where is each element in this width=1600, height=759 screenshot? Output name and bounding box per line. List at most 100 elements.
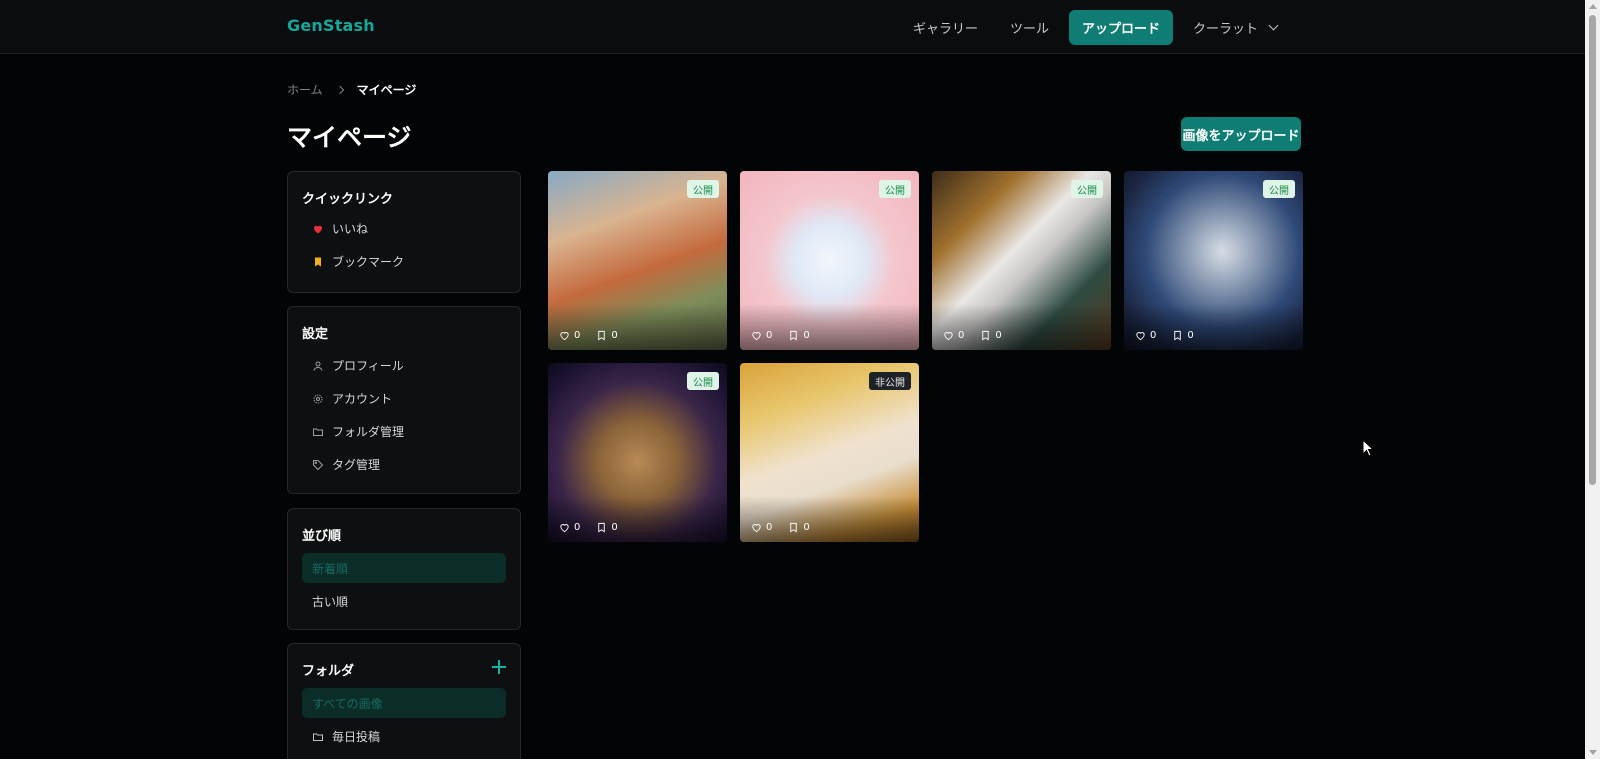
like-count: 0	[574, 522, 581, 533]
gallery-image-card[interactable]: 非公開 0 0	[740, 363, 919, 542]
gallery-image-card[interactable]: 公開 0 0	[548, 363, 727, 542]
breadcrumb-current: マイページ	[356, 83, 417, 97]
image-overlay	[740, 496, 919, 542]
mouse-cursor-icon	[1362, 439, 1374, 457]
sidebar-item-folder-management[interactable]: フォルダ管理	[312, 423, 404, 440]
bookmark-count: 0	[1187, 330, 1194, 341]
chevron-down-icon	[1268, 20, 1279, 31]
folder-icon	[313, 733, 323, 741]
user-icon	[313, 361, 323, 371]
nav-upload-button[interactable]: アップロード	[1068, 10, 1173, 45]
user-name: クーラット	[1192, 22, 1258, 37]
heart-outline-icon[interactable]	[1135, 330, 1146, 341]
like-count: 0	[958, 330, 965, 341]
main-nav: ギャラリー ツール アップロード クーラット	[901, 10, 1289, 45]
nav-tools-link[interactable]: ツール	[998, 10, 1061, 45]
bookmark-count: 0	[803, 522, 810, 533]
like-count: 0	[766, 522, 773, 533]
sidebar-item-label: プロフィール	[332, 359, 404, 373]
scrollbar-thumb[interactable]	[1589, 15, 1596, 485]
image-overlay	[932, 304, 1111, 350]
image-overlay	[548, 496, 727, 542]
folder-all-images[interactable]: すべての画像	[302, 688, 506, 718]
sidebar-item-label: ブックマーク	[332, 255, 405, 269]
image-overlay	[548, 304, 727, 350]
status-badge: 公開	[879, 180, 911, 198]
tag-icon	[313, 459, 324, 470]
sidebar-item-profile[interactable]: プロフィール	[312, 357, 404, 374]
folder-item-label: 毎日投稿	[332, 730, 381, 744]
folder-icon	[313, 428, 323, 436]
quick-links-title: クイックリンク	[302, 192, 394, 207]
folders-card: フォルダ すべての画像 毎日投稿	[287, 643, 521, 759]
bookmark-icon	[315, 257, 321, 266]
sidebar-item-label: いいね	[332, 222, 369, 236]
heart-outline-icon[interactable]	[943, 330, 954, 341]
bookmark-count: 0	[611, 330, 618, 341]
gallery-image-card[interactable]: 公開 0 0	[548, 171, 727, 350]
upload-image-button[interactable]: 画像をアップロード	[1181, 117, 1301, 151]
heart-outline-icon[interactable]	[751, 330, 762, 341]
heart-outline-icon[interactable]	[559, 522, 570, 533]
sidebar-item-label: タグ管理	[332, 458, 381, 472]
sidebar-item-account[interactable]: アカウント	[312, 390, 392, 407]
sidebar-item-likes[interactable]: いいね	[312, 220, 368, 237]
page-title: マイページ	[287, 123, 412, 152]
gallery-image-card[interactable]: 公開 0 0	[932, 171, 1111, 350]
like-count: 0	[1150, 330, 1157, 341]
status-badge: 公開	[687, 372, 719, 390]
quick-links-card: クイックリンク いいね ブックマーク	[287, 171, 521, 293]
bookmark-outline-icon[interactable]	[980, 330, 991, 341]
image-stats: 0 0	[1135, 330, 1194, 341]
user-menu[interactable]: クーラット	[1181, 10, 1289, 45]
status-badge: 公開	[1071, 180, 1103, 198]
brand-logo[interactable]: GenStash	[287, 16, 375, 35]
bookmark-outline-icon[interactable]	[1172, 330, 1183, 341]
bookmark-outline-icon[interactable]	[596, 522, 607, 533]
breadcrumb: ホーム マイページ	[287, 81, 416, 98]
sort-option-oldest[interactable]: 古い順	[302, 586, 506, 616]
folder-item-daily[interactable]: 毎日投稿	[312, 728, 380, 745]
add-folder-plus-icon[interactable]	[492, 660, 506, 674]
sort-option-newest[interactable]: 新着順	[302, 553, 506, 583]
folders-title: フォルダ	[302, 664, 355, 679]
sidebar-item-label: アカウント	[332, 392, 393, 406]
image-stats: 0 0	[559, 330, 618, 341]
like-count: 0	[574, 330, 581, 341]
gallery-image-card[interactable]: 公開 0 0	[740, 171, 919, 350]
bookmark-outline-icon[interactable]	[596, 330, 607, 341]
image-stats: 0 0	[559, 522, 618, 533]
status-badge: 公開	[687, 180, 719, 198]
image-stats: 0 0	[751, 522, 810, 533]
sidebar-item-bookmarks[interactable]: ブックマーク	[312, 253, 404, 270]
settings-card: 設定 プロフィール アカウント フォルダ管理 タグ管理	[287, 306, 521, 494]
image-stats: 0 0	[751, 330, 810, 341]
heart-outline-icon[interactable]	[751, 522, 762, 533]
breadcrumb-home-link[interactable]: ホーム	[287, 81, 323, 98]
bookmark-outline-icon[interactable]	[788, 330, 799, 341]
bookmark-count: 0	[803, 330, 810, 341]
bookmark-count: 0	[995, 330, 1002, 341]
scroll-up-arrow-icon[interactable]	[1589, 4, 1597, 9]
settings-title: 設定	[302, 327, 329, 342]
scroll-down-arrow-icon[interactable]	[1589, 750, 1597, 755]
sidebar-item-tag-management[interactable]: タグ管理	[312, 456, 380, 473]
nav-gallery-link[interactable]: ギャラリー	[901, 10, 990, 45]
heart-outline-icon[interactable]	[559, 330, 570, 341]
gallery-image-card[interactable]: 公開 0 0	[1124, 171, 1303, 350]
status-badge: 公開	[1263, 180, 1295, 198]
image-overlay	[740, 304, 919, 350]
like-count: 0	[766, 330, 773, 341]
top-nav-bar: GenStash ギャラリー ツール アップロード クーラット	[0, 0, 1585, 54]
image-stats: 0 0	[943, 330, 1002, 341]
bookmark-outline-icon[interactable]	[788, 522, 799, 533]
sidebar-item-label: フォルダ管理	[332, 425, 405, 439]
sort-card: 並び順 新着順 古い順	[287, 508, 521, 630]
heart-icon	[314, 225, 322, 233]
page-scrollbar[interactable]	[1585, 0, 1600, 759]
status-badge: 非公開	[869, 372, 911, 390]
gear-icon	[313, 394, 323, 403]
image-overlay	[1124, 304, 1303, 350]
sort-title: 並び順	[302, 529, 342, 544]
bookmark-count: 0	[611, 522, 618, 533]
